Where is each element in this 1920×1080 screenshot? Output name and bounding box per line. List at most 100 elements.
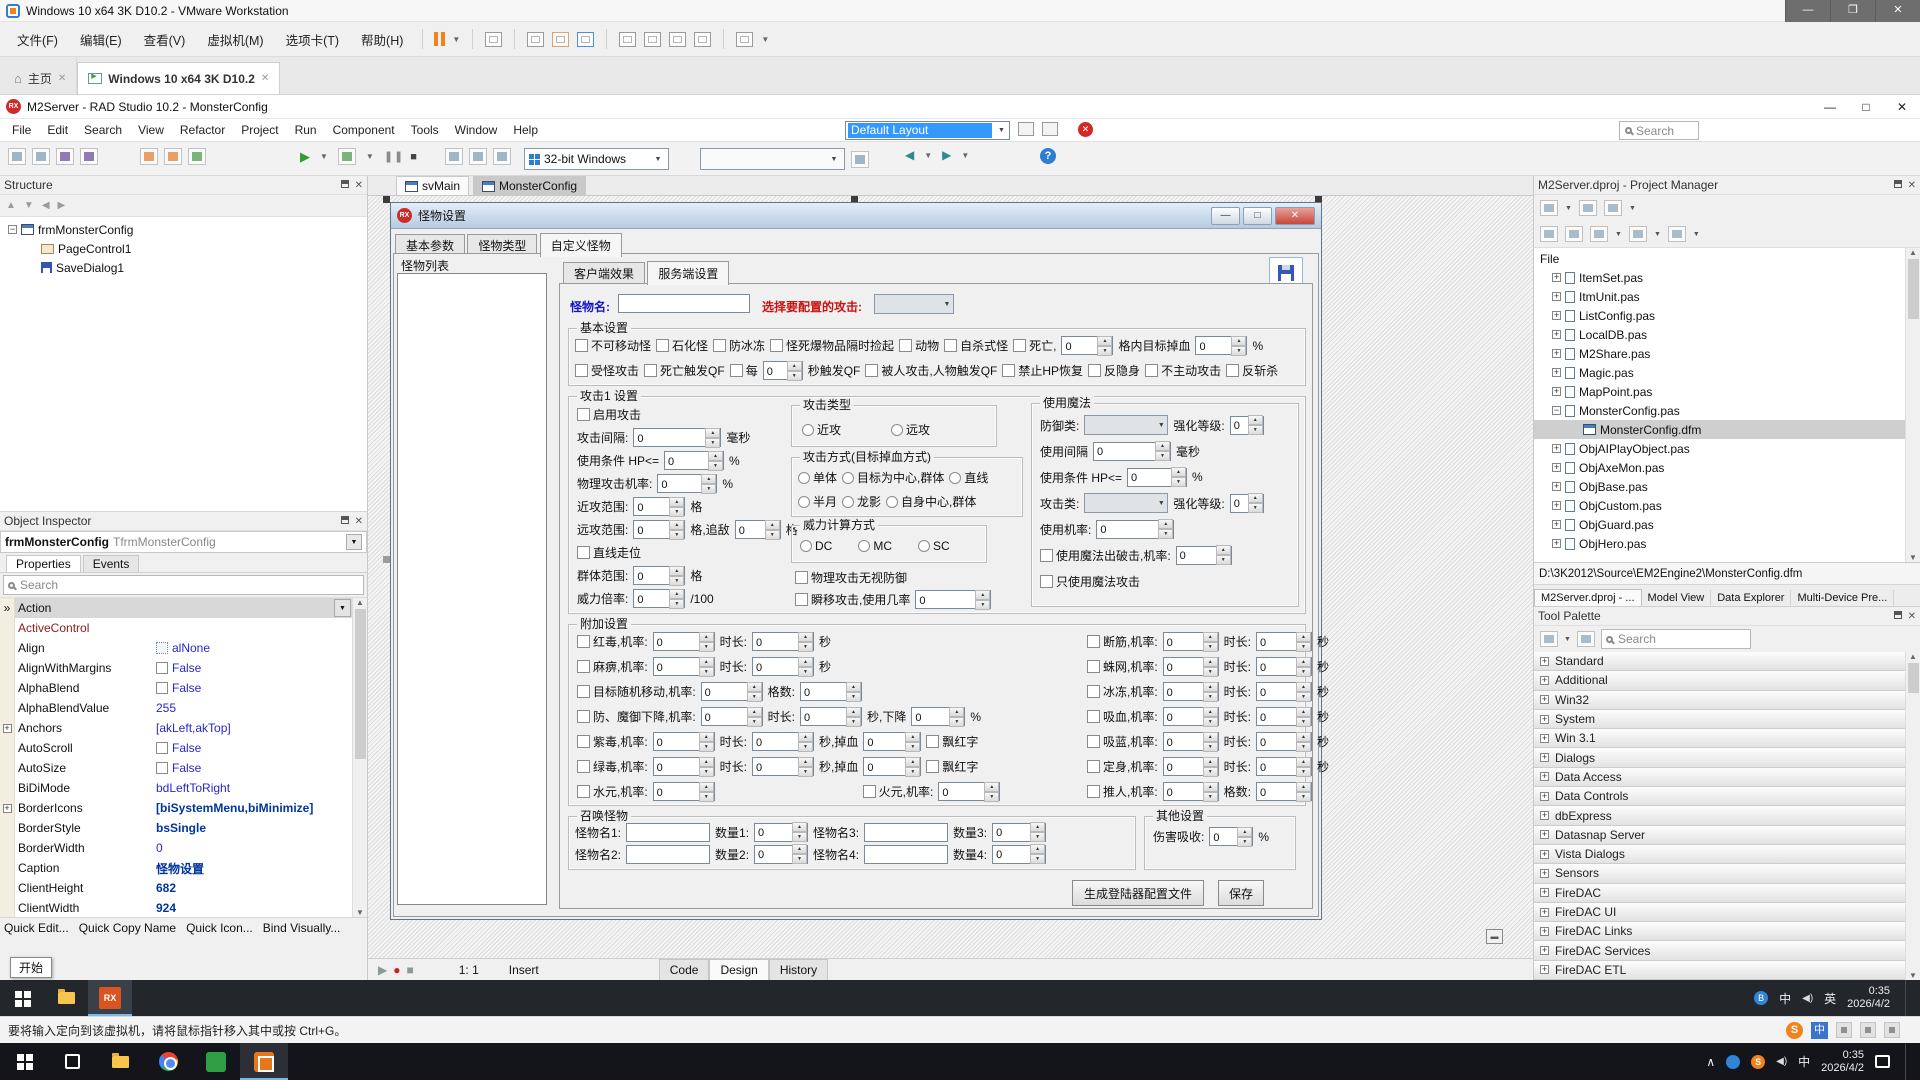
palette-category[interactable]: +FireDAC UI	[1534, 903, 1920, 922]
radio-icon[interactable]	[802, 424, 814, 436]
tab-design[interactable]: Design	[709, 959, 768, 980]
checkbox-icon[interactable]	[577, 408, 590, 421]
vmware-menu-item[interactable]: 编辑(E)	[69, 30, 133, 49]
vmware-taskbar-icon[interactable]	[240, 1043, 288, 1080]
spin-edit[interactable]: 0▲▼	[1093, 442, 1171, 461]
property-value[interactable]: ▼	[152, 599, 367, 617]
show-library-icon[interactable]	[619, 32, 636, 47]
designer-grip[interactable]: ▬	[1486, 929, 1503, 944]
checkbox-icon[interactable]	[577, 735, 590, 748]
radio-option[interactable]: 半月	[798, 493, 837, 510]
compile-icon[interactable]	[188, 148, 206, 165]
tab-client-effect[interactable]: 客户端效果	[563, 262, 645, 285]
ctrl-alt-del-icon[interactable]	[485, 32, 502, 47]
desktop-layout-combo[interactable]: Default Layout ▼	[845, 121, 1010, 140]
checkbox-icon[interactable]	[713, 339, 726, 352]
text-input[interactable]	[864, 823, 948, 842]
spin-edit[interactable]: 0▲▼	[863, 757, 921, 776]
spin-edit[interactable]: 0▲▼	[633, 566, 685, 585]
tab-history[interactable]: History	[769, 959, 828, 980]
expand-icon[interactable]: +	[1552, 273, 1561, 282]
spin-edit[interactable]: 0▲▼	[657, 474, 717, 493]
delete-layout-icon[interactable]	[1042, 122, 1058, 136]
pen-icon[interactable]	[1836, 1022, 1852, 1038]
property-value[interactable]: 924	[152, 901, 367, 915]
structure-node[interactable]: −frmMonsterConfig	[0, 220, 367, 239]
project-file-node[interactable]: −MonsterConfig.pas	[1534, 401, 1920, 420]
spin-edit[interactable]: 0▲▼	[653, 632, 715, 651]
spin-edit[interactable]: 0▲▼	[1163, 682, 1219, 701]
host-clock[interactable]: 0:352026/4/2	[1821, 1049, 1864, 1075]
ide-menu-item[interactable]: File	[4, 123, 39, 137]
spin-edit[interactable]: 0▲▼	[1256, 657, 1312, 676]
save-icon[interactable]	[56, 148, 74, 165]
property-row[interactable]: BorderWidth0	[0, 838, 367, 858]
property-value[interactable]: 怪物设置	[152, 860, 367, 877]
spin-edit[interactable]: 0▲▼	[633, 589, 685, 608]
checkbox-icon[interactable]	[926, 735, 939, 748]
radio-option[interactable]: 单体	[798, 469, 837, 486]
record-macro-icon[interactable]: ●	[393, 963, 400, 977]
property-value[interactable]: [akLeft,akTop]	[152, 721, 367, 735]
chevron-down-icon[interactable]: ▼	[346, 534, 362, 550]
component-icon[interactable]	[1540, 631, 1558, 647]
spin-edit[interactable]: 0▲▼	[701, 707, 763, 726]
oi-search-box[interactable]: Search	[3, 575, 364, 595]
checkbox-option[interactable]: 水元,机率:	[577, 783, 648, 800]
spin-edit[interactable]: 0▲▼	[754, 845, 808, 864]
spin-edit[interactable]: 0▲▼	[992, 823, 1046, 842]
scrollbar[interactable]: ▲▼	[1905, 248, 1920, 562]
project-file-node[interactable]: +ListConfig.pas	[1534, 306, 1920, 325]
spin-edit[interactable]: 0▲▼	[653, 782, 715, 801]
speaker-icon[interactable]: ◀)	[1776, 1056, 1787, 1067]
guest-clock[interactable]: 0:352026/4/2	[1847, 985, 1890, 1011]
checkbox-icon[interactable]	[644, 364, 657, 377]
checkbox-option[interactable]: 定身,机率:	[1087, 758, 1158, 775]
checkbox-icon[interactable]	[730, 364, 743, 377]
oi-footer-link[interactable]: Quick Icon...	[186, 921, 253, 935]
spin-edit[interactable]: 0▲▼	[752, 657, 814, 676]
checkbox-icon[interactable]	[795, 593, 808, 606]
palette-category[interactable]: +Additional	[1534, 671, 1920, 690]
checkbox-option[interactable]: 吸蓝,机率:	[1087, 733, 1158, 750]
generate-launcher-config-button[interactable]: 生成登陆器配置文件	[1072, 880, 1204, 906]
spin-edit[interactable]: 0▲▼	[800, 682, 862, 701]
close-button[interactable]: ✕	[1875, 0, 1920, 22]
checkbox-option[interactable]: 反斩杀	[1226, 362, 1278, 379]
pin-icon[interactable]	[1894, 611, 1902, 619]
expand-icon[interactable]: +	[1552, 349, 1561, 358]
ide-menu-item[interactable]: Refactor	[172, 123, 233, 137]
spin-edit[interactable]: 0▲▼	[1256, 632, 1312, 651]
spin-edit[interactable]: 0▲▼	[1061, 336, 1113, 355]
pin-icon[interactable]	[341, 180, 349, 188]
expand-icon[interactable]: +	[1552, 501, 1561, 510]
checkbox-icon[interactable]	[770, 339, 783, 352]
unity-mode-icon[interactable]	[694, 32, 711, 47]
checkbox-option[interactable]: 不主动攻击	[1145, 362, 1221, 379]
checkbox-option[interactable]: 飘红字	[926, 733, 978, 750]
checkbox-option[interactable]: 动物	[899, 337, 939, 354]
editor-tab-svmain[interactable]: svMain	[396, 176, 469, 195]
checkbox-icon[interactable]	[1087, 660, 1100, 673]
ide-menu-item[interactable]: Edit	[39, 123, 76, 137]
spin-edit[interactable]: 0▲▼	[1230, 416, 1264, 435]
form-titlebar[interactable]: RX 怪物设置 — □ ✕	[391, 203, 1321, 229]
text-input[interactable]	[864, 845, 948, 864]
project-file-node[interactable]: +ObjBase.pas	[1534, 477, 1920, 496]
palette-category[interactable]: +FireDAC Services	[1534, 941, 1920, 960]
ide-menu-item[interactable]: View	[130, 123, 172, 137]
checkbox-option[interactable]: 冰冻,机率:	[1087, 683, 1158, 700]
spin-edit[interactable]: 0▲▼	[915, 590, 991, 609]
spin-edit[interactable]: 0▲▼	[752, 732, 814, 751]
minimize-button[interactable]: —	[1812, 100, 1848, 114]
checkbox-icon[interactable]	[795, 571, 808, 584]
checkbox-option[interactable]: 死亡,	[1013, 337, 1056, 354]
checkbox-icon[interactable]	[1145, 364, 1158, 377]
expand-icon[interactable]: +	[1540, 965, 1549, 974]
expand-icon[interactable]: +	[1552, 520, 1561, 529]
expand-icon[interactable]: +	[1540, 695, 1549, 704]
expand-icon[interactable]: +	[1540, 734, 1549, 743]
vmware-menu-item[interactable]: 查看(V)	[133, 30, 197, 49]
property-value[interactable]: bsSingle	[152, 821, 367, 835]
oi-footer-link[interactable]: Quick Copy Name	[79, 921, 176, 935]
